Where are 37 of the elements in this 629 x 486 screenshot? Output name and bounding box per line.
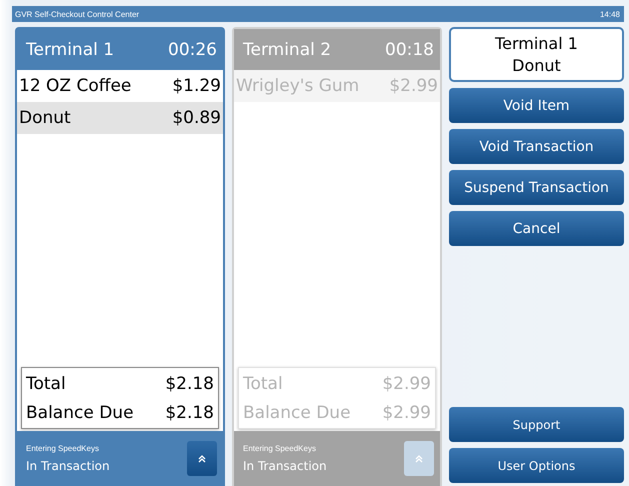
action-button[interactable]: Suspend Transaction [449,170,624,205]
terminal-name: Terminal 1 [26,40,114,60]
total-label: Total [26,374,66,394]
selected-item: Donut [512,56,561,75]
expand-button[interactable] [187,441,217,476]
item-price: $1.29 [172,76,221,96]
mode-text: Entering SpeedKeys [26,444,100,453]
total-value: $2.99 [382,402,431,422]
window-title: GVR Self-Checkout Control Center [15,10,140,18]
selected-terminal: Terminal 1 [495,34,578,53]
mode-text: Entering SpeedKeys [243,444,317,453]
double-chevron-up-icon [415,454,423,462]
item-name: Donut [19,108,71,128]
status-text: In Transaction [243,459,327,473]
terminal-name: Terminal 2 [243,40,332,60]
total-label: Total [243,374,283,394]
total-value: $2.18 [165,402,214,422]
status-text: In Transaction [26,459,110,473]
action-button[interactable]: Void Item [449,88,624,123]
terminal-panel[interactable]: Terminal 1 00:26 12 OZ Coffee $1.29 Donut $0.89 Total $2.18 Balance Due $2.18 Entering SpeedKeys In Transaction [15,27,225,486]
clock: 14:48 [600,10,620,18]
total-value: $2.99 [382,374,431,394]
terminal-timer: 00:26 [168,40,217,60]
item-name: 12 OZ Coffee [19,76,132,96]
action-button[interactable]: Void Transaction [449,129,624,164]
item-name: Wrigley's Gum [236,76,360,96]
item-price: $0.89 [172,108,221,128]
item-row[interactable]: Donut $0.89 [17,102,223,134]
item-price: $2.99 [389,76,438,96]
double-chevron-up-icon [198,454,206,462]
total-value: $2.18 [165,374,214,394]
menu-button[interactable]: User Options [449,448,624,483]
terminal-timer: 00:18 [385,40,434,60]
total-label: Balance Due [243,402,351,422]
action-button[interactable]: Cancel [449,211,624,246]
menu-button[interactable]: Support [449,407,624,442]
total-label: Balance Due [26,402,134,422]
